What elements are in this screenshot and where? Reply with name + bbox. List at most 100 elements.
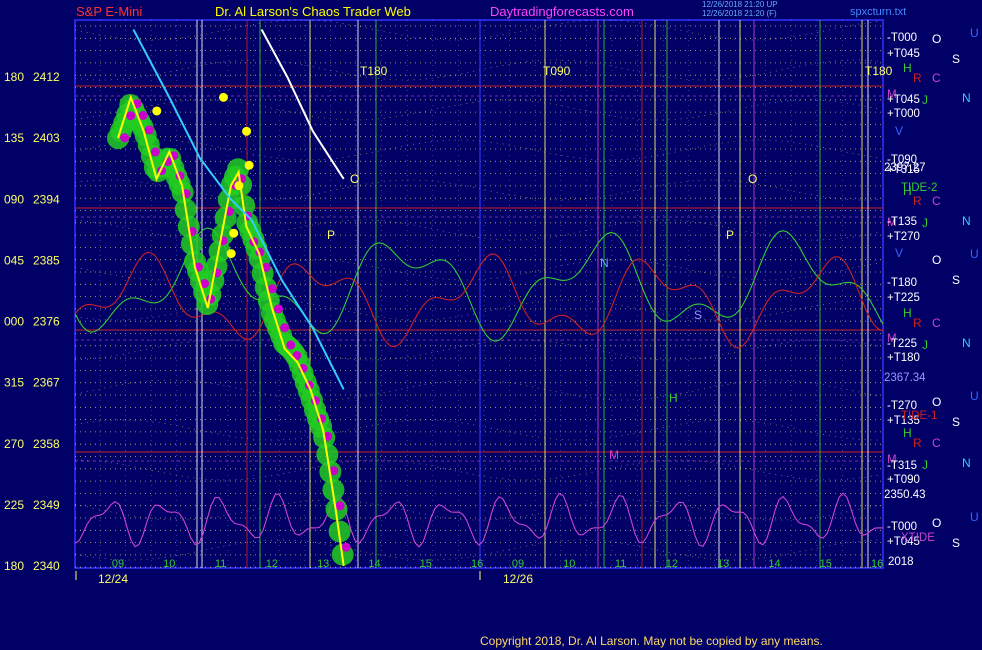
y-tick-price: 2358 [33,437,60,451]
x-tick-hour: 12 [266,558,278,570]
planet-letter: H [903,426,912,440]
x-date-label: 12/26 [503,572,533,586]
right-turn-label: -T135 [887,216,917,228]
top-turn-label: T090 [543,64,571,78]
plot-marker: S [694,308,702,322]
yellow-dot [244,160,254,170]
right-turn-label: -T315 [887,460,917,472]
top-turn-label: T180 [865,64,893,78]
x-tick-hour: 09 [512,558,524,570]
y-tick-price: 2340 [33,559,60,573]
wave-gridline [74,179,880,201]
x-date-label: 12/24 [98,572,128,586]
x-tick-hour: 16 [471,558,483,570]
y-tick-price: 2367 [33,376,60,390]
planet-letter: S [952,52,960,66]
plot-marker: O [350,172,359,186]
y-tick-angle: 000 [4,315,24,329]
x-tick-hour: 13 [717,558,729,570]
copyright: Copyright 2018, Dr. Al Larson. May not b… [480,634,823,648]
planet-letter: J [922,338,928,352]
y-tick-angle: 225 [4,498,24,512]
planet-letter: N [962,456,971,470]
y-tick-angle: 270 [4,437,24,451]
chart-canvas: 180 2412 135 2403 090 2394 045 2385 000 2376 315 23… [4,19,979,586]
y-tick-angle: 045 [4,253,24,267]
right-turn-label: +T270 [887,231,920,243]
y-tick-price: 2349 [33,498,60,512]
x-tick-hour: 14 [768,558,780,570]
plot-marker: M [609,448,619,462]
right-turn-label: +T090 [887,474,920,486]
magenta-dot [273,304,283,314]
x-tick-hour: 09 [112,558,124,570]
planet-letter: C [932,436,941,450]
x-tick-hour: 11 [215,558,226,570]
y-tick-angle: 135 [4,131,24,145]
magenta-dot [335,501,345,511]
planet-letter: V [895,246,903,260]
y-tick-price: 2403 [33,131,60,145]
planet-letter: R [913,71,922,85]
magenta-dot [120,133,130,143]
x-tick-hour: 10 [563,558,575,570]
x-tick-hour: 12 [666,558,678,570]
tide-level-value: 2350.43 [884,489,926,501]
right-turn-label: -T225 [887,338,917,350]
y-tick-angle: 315 [4,376,24,390]
magenta-dot [144,125,154,135]
planet-letter: H [903,61,912,75]
x-tick-hour: 15 [820,558,832,570]
wave-gridline [74,419,879,441]
yellow-dot [152,106,162,116]
corner-value: 2018 [888,556,914,568]
plot-marker: P [726,228,734,242]
planet-letter: V [895,124,903,138]
tide-level-value: 2367.34 [884,372,926,384]
wave-gridline [74,19,880,41]
magenta-dot [126,111,136,121]
planet-letter: C [932,71,941,85]
wave-gridline [74,99,880,121]
right-turn-label: -T000 [887,32,917,44]
planet-letter: R [913,316,922,330]
plot-marker: H [669,391,678,405]
wave-gridline [74,499,880,521]
x-tick-hour: 15 [420,558,432,570]
planet-letter: H [903,184,912,198]
x-tick-hour: 16 [871,558,883,570]
planet-letter: O [932,253,941,267]
y-tick-angle: 180 [4,70,24,84]
planet-letter: S [952,536,960,550]
y-tick-price: 2385 [33,253,60,267]
wave-gridline [74,339,880,361]
yellow-dot [242,126,252,136]
planet-letter: S [952,273,960,287]
yellow-dot [229,228,239,238]
magenta-dot [280,323,290,333]
plot-marker: O [748,172,757,186]
planet-letter: N [962,214,971,228]
planet-letter: H [903,306,912,320]
right-turn-label: +T000 [887,108,920,120]
wave-gridline [74,459,880,481]
right-turn-label: +T225 [887,292,920,304]
planet-letter: O [932,516,941,530]
magenta-dot [286,340,296,350]
magenta-dot [341,542,351,552]
planet-letter: C [932,316,941,330]
planet-letter: R [913,194,922,208]
planet-letter: J [922,93,928,107]
planet-letter: U [970,247,979,261]
y-tick-price: 2394 [33,192,60,206]
yellow-dot [226,249,236,259]
x-tick-hour: 11 [615,558,626,570]
tide-level-value: 2397.27 [884,162,926,174]
magenta-dot [150,147,160,157]
yellow-dot [234,181,244,191]
x-tick-hour: 10 [163,558,175,570]
planet-letter: S [952,415,960,429]
planet-letter: J [922,458,928,472]
planet-letter: U [970,26,979,40]
y-tick-price: 2412 [33,70,60,84]
